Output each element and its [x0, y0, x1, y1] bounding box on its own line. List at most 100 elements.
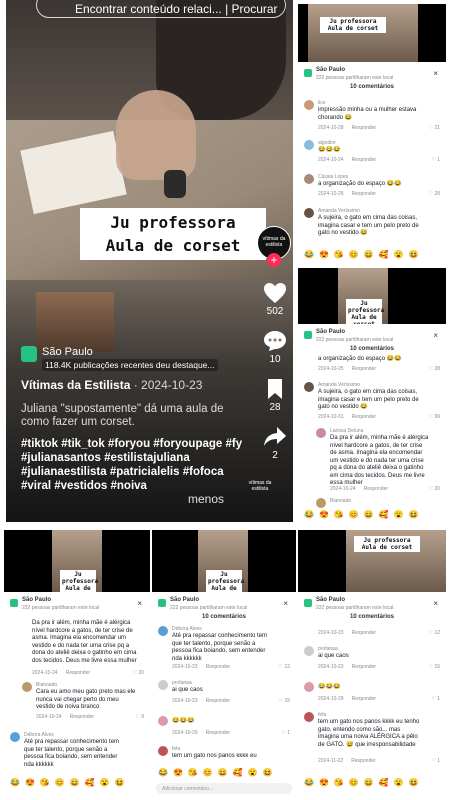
- close-icon[interactable]: ×: [433, 331, 438, 340]
- comment-user[interactable]: Amanda Veríssimo: [318, 208, 360, 214]
- hashtags[interactable]: #tiktok #tik_tok #foryou #foryoupage #fy…: [21, 437, 246, 493]
- reply-button[interactable]: Responder: [352, 366, 376, 372]
- reply-button[interactable]: Responder: [206, 730, 230, 736]
- avatar[interactable]: [304, 712, 314, 722]
- reply-button[interactable]: Responder: [352, 157, 376, 163]
- comment-like[interactable]: ♡ 99: [429, 414, 440, 420]
- comment-like-count: 1: [287, 730, 290, 736]
- author-line[interactable]: Vítimas da Estilista · 2024-10-23: [21, 378, 202, 392]
- add-comment-input[interactable]: Adicionar comentário...: [156, 783, 292, 794]
- close-icon[interactable]: ×: [433, 69, 438, 78]
- avatar[interactable]: [304, 174, 314, 184]
- avatar[interactable]: [304, 208, 314, 218]
- avatar[interactable]: [158, 626, 168, 636]
- reply-button[interactable]: Responder: [66, 670, 90, 676]
- emoji-bar[interactable]: 😂😍😘😊😄🥰😮😆: [4, 778, 150, 792]
- comment-like[interactable]: ♡ 12: [279, 664, 290, 670]
- reply-button[interactable]: Responder: [352, 414, 376, 420]
- comment-like[interactable]: ♡ 1: [281, 730, 290, 736]
- reply-item: Bianoado Cara eu amo meu gato preto mas …: [22, 682, 144, 722]
- search-bar[interactable]: Encontrar conteúdo relaci... | Procurar: [36, 0, 286, 18]
- avatar[interactable]: [158, 680, 168, 690]
- comment-like-count: 1: [437, 157, 440, 163]
- close-icon[interactable]: ×: [283, 599, 288, 608]
- reply-button[interactable]: Responder: [206, 664, 230, 670]
- sheet-location[interactable]: São Paulo: [316, 67, 345, 73]
- emoji-bar[interactable]: 😂😍😘😊😄🥰😮😆: [298, 778, 446, 792]
- avatar[interactable]: [304, 100, 314, 110]
- comment-like[interactable]: ♡ 1: [431, 696, 440, 702]
- avatar[interactable]: [316, 428, 326, 438]
- like-button[interactable]: 502: [253, 282, 293, 317]
- follow-button[interactable]: +: [267, 253, 281, 267]
- close-icon[interactable]: ×: [137, 599, 142, 608]
- reply-item: Bianoado: [316, 498, 440, 508]
- comment-like[interactable]: ♡ 21: [429, 125, 440, 131]
- reply-item: Larissa Deluna Da pra ir além, minha mãe…: [316, 428, 440, 494]
- comment-like-count: 20: [138, 670, 144, 676]
- comment-like[interactable]: ♡ 1: [431, 157, 440, 163]
- comment-user[interactable]: Amanda Veríssimo: [318, 382, 360, 388]
- avatar[interactable]: [304, 382, 314, 392]
- comment-user[interactable]: profanaa: [172, 680, 192, 686]
- reply-button[interactable]: Responder: [364, 486, 388, 492]
- video-frame-arm: [116, 90, 196, 180]
- comment-like[interactable]: ♡ 15: [279, 698, 290, 704]
- comment-user[interactable]: fefa: [318, 712, 326, 718]
- reply-button[interactable]: Responder: [352, 125, 376, 131]
- comment-user[interactable]: Bianoado: [330, 498, 351, 504]
- comment-user[interactable]: lice: [318, 100, 326, 106]
- avatar[interactable]: [22, 682, 32, 692]
- sheet-location[interactable]: São Paulo: [170, 597, 199, 603]
- avatar[interactable]: [10, 732, 20, 742]
- sheet-location-sub: 222 pessoas partilharam este local: [22, 605, 100, 611]
- sheet-location[interactable]: São Paulo: [316, 597, 345, 603]
- reply-button[interactable]: Responder: [206, 698, 230, 704]
- comment-user[interactable]: Bianoado: [36, 682, 57, 688]
- avatar[interactable]: [304, 140, 314, 150]
- comment-like[interactable]: ♡ 28: [429, 366, 440, 372]
- sheet-location[interactable]: São Paulo: [316, 329, 345, 335]
- reply-button[interactable]: Responder: [70, 714, 94, 720]
- comment-user[interactable]: Larissa Deluna: [330, 428, 363, 434]
- comment-like[interactable]: ♡ 28: [429, 191, 440, 197]
- panel-video-preview: Ju professora Aula de corset: [298, 4, 446, 62]
- comment-meta: 2024-10-24 Responder: [318, 157, 384, 163]
- save-button[interactable]: 28: [253, 378, 293, 413]
- avatar[interactable]: [158, 746, 168, 756]
- comment-user[interactable]: algodim: [318, 140, 336, 146]
- close-icon[interactable]: ×: [433, 599, 438, 608]
- avatar[interactable]: [304, 682, 314, 692]
- comment-button[interactable]: 10: [253, 330, 293, 365]
- reply-button[interactable]: Responder: [352, 630, 376, 636]
- comment-user[interactable]: Débora Alves: [24, 732, 54, 738]
- comment-user[interactable]: fefa: [172, 746, 180, 752]
- emoji-bar[interactable]: 😂😍😘😊😄🥰😮😆: [152, 768, 296, 782]
- reply-button[interactable]: Responder: [352, 696, 376, 702]
- reply-button[interactable]: Responder: [352, 664, 376, 670]
- sheet-location[interactable]: São Paulo: [22, 597, 51, 603]
- comment-user[interactable]: Débora Alves: [172, 626, 202, 632]
- location-subtitle: 118.4K publicações recentes deu destaque…: [42, 359, 218, 371]
- sheet-header: São Paulo 222 pessoas partilharam este l…: [304, 67, 440, 85]
- comment-like[interactable]: ♡ 20: [133, 670, 144, 676]
- comment-like[interactable]: ♡ 20: [429, 486, 440, 492]
- reply-button[interactable]: Responder: [352, 191, 376, 197]
- avatar[interactable]: [158, 716, 168, 726]
- avatar[interactable]: [304, 646, 314, 656]
- emoji-bar[interactable]: 😂😍😘😊😄🥰😮😆: [298, 250, 446, 264]
- comment-user[interactable]: Cássia Lopes: [318, 174, 348, 180]
- comment-like[interactable]: ♡ 15: [429, 664, 440, 670]
- comment-like[interactable]: ♡ 9: [135, 714, 144, 720]
- comment-user[interactable]: profanaa: [318, 646, 338, 652]
- share-button[interactable]: 2: [253, 426, 293, 461]
- comment-text: Da pra ir além, minha mãe é alérgica nív…: [330, 435, 429, 486]
- comment-like[interactable]: ♡ 1: [431, 758, 440, 764]
- comment-like[interactable]: ♡ 12: [429, 630, 440, 636]
- less-toggle[interactable]: menos: [188, 492, 224, 506]
- reply-button[interactable]: Responder: [351, 758, 375, 764]
- comment-like-count: 28: [434, 366, 440, 372]
- avatar[interactable]: [316, 498, 326, 508]
- video-player[interactable]: Encontrar conteúdo relaci... | Procurar …: [6, 0, 293, 522]
- emoji-bar[interactable]: 😂😍😘😊😄🥰😮😆: [298, 510, 446, 524]
